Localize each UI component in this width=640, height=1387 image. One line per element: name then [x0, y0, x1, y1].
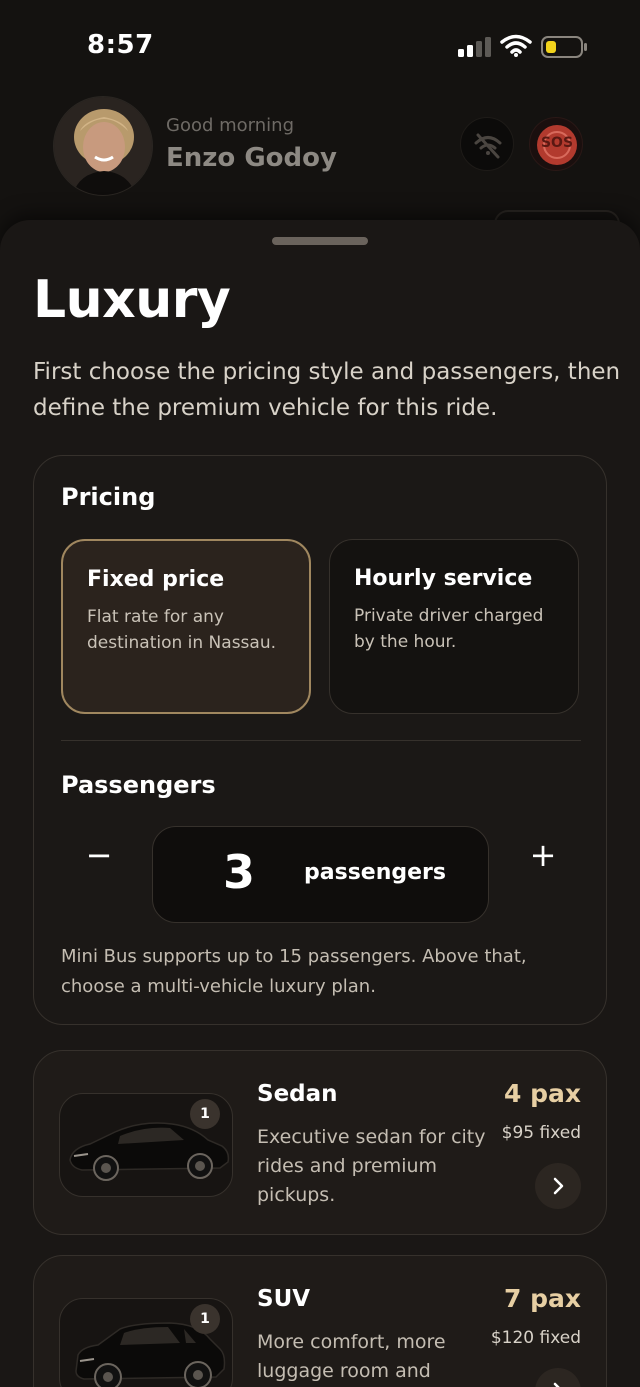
select-sedan-button[interactable] [535, 1163, 581, 1209]
wifi-icon [500, 34, 532, 57]
offline-toggle-button[interactable] [460, 117, 514, 171]
ride-options-card: Pricing Fixed price Flat rate for any de… [33, 455, 607, 1025]
avatar[interactable] [53, 96, 153, 196]
header: Good morning Enzo Godoy SOS [0, 95, 640, 230]
increase-passengers-button[interactable]: + [518, 831, 568, 881]
sos-button[interactable]: SOS [529, 117, 583, 171]
sheet-handle[interactable] [272, 237, 368, 245]
passenger-count: 3 [223, 845, 256, 899]
vehicle-name: Sedan [257, 1081, 338, 1107]
hourly-service-option[interactable]: Hourly service Private driver charged by… [329, 539, 579, 714]
chevron-right-icon [553, 1382, 560, 1387]
quantity-badge: 1 [190, 1304, 220, 1334]
vehicle-capacity: 4 pax [504, 1079, 581, 1108]
wifi-off-icon [474, 133, 502, 159]
signal-icon [458, 37, 492, 57]
chevron-right-icon [553, 1177, 564, 1195]
divider [61, 740, 581, 741]
passengers-label: Passengers [61, 771, 216, 799]
status-time: 8:57 [87, 30, 154, 60]
vehicle-description: Executive sedan for city rides and premi… [257, 1126, 486, 1206]
vehicle-price: $120 fixed [490, 1328, 581, 1348]
option-title: Fixed price [87, 567, 225, 592]
bottom-sheet: Luxury First choose the pricing style an… [0, 220, 640, 1387]
page-subtitle: First choose the pricing style and passe… [33, 359, 621, 421]
page-title: Luxury [33, 270, 231, 330]
greeting: Good morning [166, 115, 294, 136]
avatar-image [54, 97, 152, 195]
user-name: Enzo Godoy [166, 143, 337, 173]
vehicle-card-suv[interactable]: 1 SUV More comfort, more luggage room an… [33, 1255, 607, 1387]
vehicle-card-sedan[interactable]: 1 Sedan Executive sedan for city rides a… [33, 1050, 607, 1235]
vehicle-price: $95 fixed [501, 1123, 581, 1143]
vehicle-description: More comfort, more luggage room and [257, 1331, 446, 1382]
option-description: Private driver charged by the hour. [354, 606, 544, 652]
option-title: Hourly service [354, 566, 533, 591]
sos-label: SOS [540, 135, 574, 151]
option-description: Flat rate for any destination in Nassau. [87, 607, 277, 653]
passenger-count-display: 3 passengers [152, 826, 489, 923]
vehicle-name: SUV [257, 1286, 311, 1312]
quantity-badge: 1 [190, 1099, 220, 1129]
capacity-note: Mini Bus supports up to 15 passengers. A… [61, 946, 527, 997]
battery-icon [541, 36, 587, 58]
vehicle-capacity: 7 pax [504, 1284, 581, 1313]
select-suv-button[interactable] [535, 1368, 581, 1387]
passenger-unit: passengers [304, 860, 446, 885]
decrease-passengers-button[interactable]: − [74, 831, 124, 881]
fixed-price-option[interactable]: Fixed price Flat rate for any destinatio… [61, 539, 311, 714]
pricing-label: Pricing [61, 483, 156, 511]
status-bar: 8:57 [0, 0, 640, 95]
